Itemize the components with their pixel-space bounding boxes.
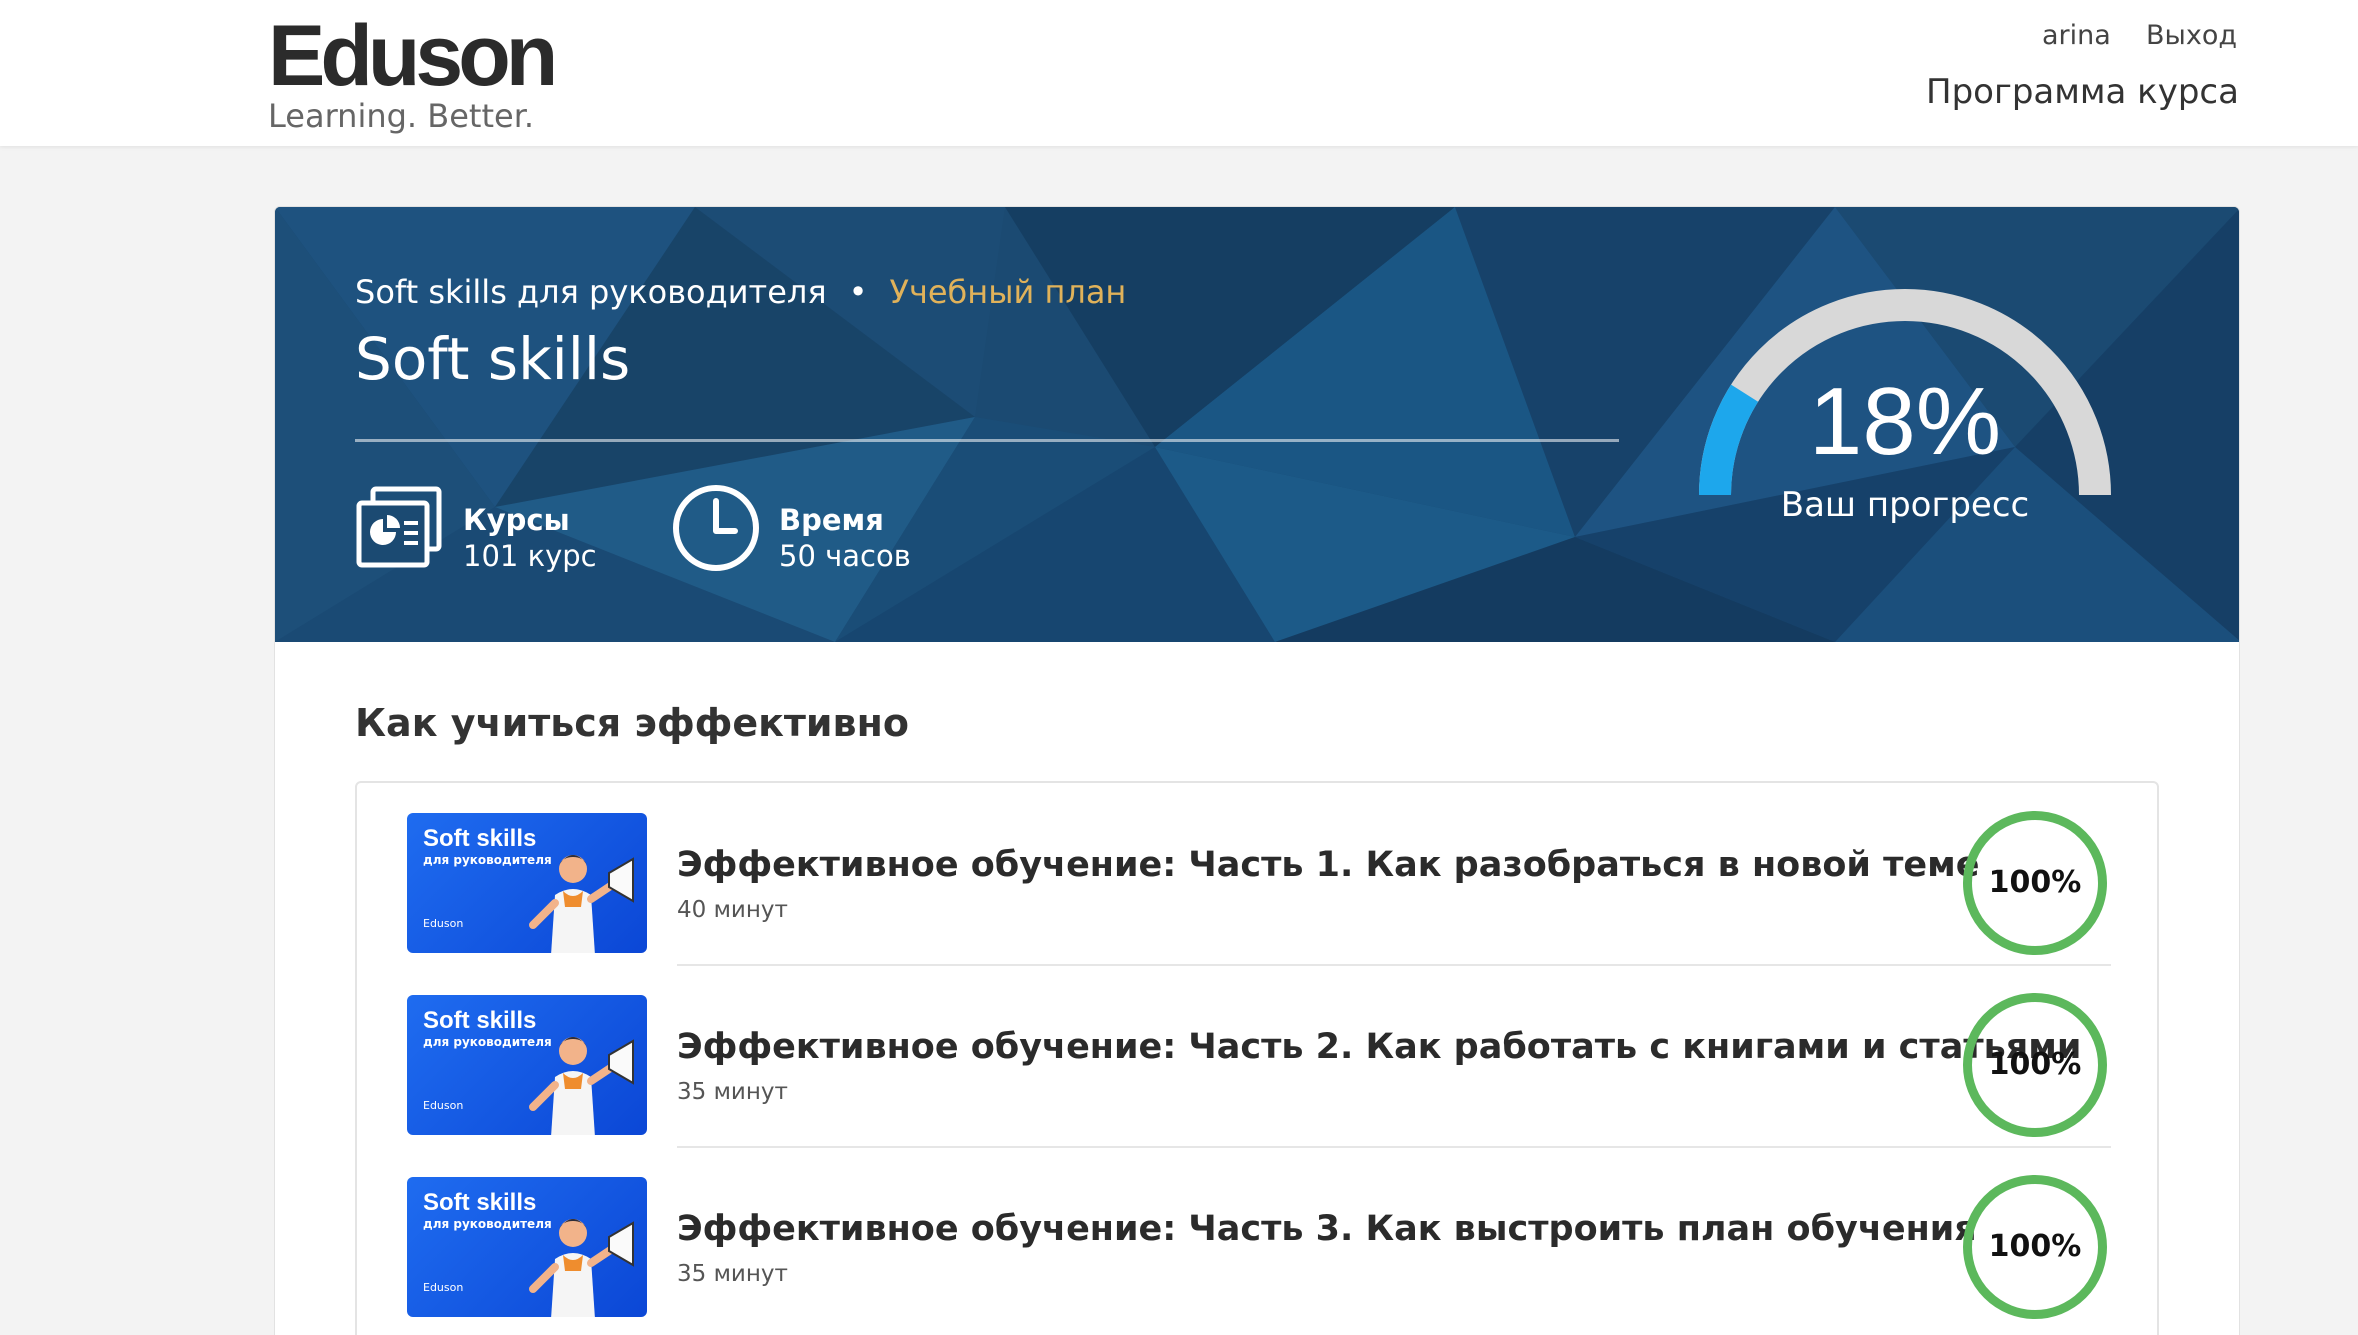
lesson-item[interactable]: Soft skills для руководителя Eduson Эффе… [357,783,2161,965]
breadcrumb-separator: • [848,273,868,311]
breadcrumb: Soft skills для руководителя • Учебный пла… [355,273,1126,311]
lesson-thumbnail[interactable]: Soft skills для руководителя Eduson [407,813,647,953]
time-stat: Время 50 часов [671,483,971,579]
courses-stat: Курсы 101 курс [355,483,655,579]
presenter-illustration [529,855,634,953]
top-bar: Eduson Learning. Better. arina Выход Про… [0,0,2358,146]
user-name-link[interactable]: arina [2042,20,2111,51]
hero-banner: Soft skills для руководителя • Учебный пла… [275,207,2239,642]
lesson-thumbnail[interactable]: Soft skills для руководителя Eduson [407,995,647,1135]
lesson-progress-value: 100% [1988,865,2082,900]
presenter-illustration [529,1037,634,1135]
course-card: Soft skills для руководителя • Учебный пла… [274,206,2240,1335]
breadcrumb-plan[interactable]: Учебный план [889,273,1126,311]
logo-wordmark: Eduson [268,8,558,104]
lesson-duration: 35 минут [677,1261,788,1287]
page-title: Soft skills [355,325,631,393]
thumbnail-logo: Eduson [423,1099,464,1112]
lesson-duration: 35 минут [677,1079,788,1105]
lesson-item[interactable]: Soft skills для руководителя Eduson Эффе… [357,1147,2161,1329]
lesson-progress-ring: 100% [1963,1175,2107,1319]
courses-label: Курсы [463,503,570,537]
logout-link[interactable]: Выход [2146,20,2237,51]
lesson-title[interactable]: Эффективное обучение: Часть 3. Как выстр… [677,1209,1977,1249]
progress-percent: 18% [1808,368,2002,475]
lesson-progress-value: 100% [1988,1047,2082,1082]
section-title: Как учиться эффективно [355,701,909,745]
lesson-thumbnail[interactable]: Soft skills для руководителя Eduson [407,1177,647,1317]
presentation-icon [356,486,442,568]
hero-divider [355,439,1619,442]
lesson-list: Soft skills для руководителя Eduson Эффе… [355,781,2159,1335]
courses-value: 101 курс [463,539,597,573]
lesson-progress-ring: 100% [1963,811,2107,955]
presenter-illustration [529,1219,634,1317]
lesson-title[interactable]: Эффективное обучение: Часть 2. Как работ… [677,1027,2081,1067]
lesson-progress-ring: 100% [1963,993,2107,1137]
breadcrumb-course[interactable]: Soft skills для руководителя [355,273,827,311]
lesson-progress-value: 100% [1988,1229,2082,1264]
thumbnail-logo: Eduson [423,1281,464,1294]
thumbnail-logo: Eduson [423,917,464,930]
lesson-title[interactable]: Эффективное обучение: Часть 1. Как разоб… [677,845,1980,885]
logo-tagline: Learning. Better. [268,97,535,135]
program-link[interactable]: Программа курса [1926,72,2239,112]
clock-icon [673,485,759,571]
progress-label: Ваш прогресс [1780,485,2030,525]
lesson-duration: 40 минут [677,897,788,923]
time-label: Время [779,503,884,537]
gauge-fill [1699,384,1759,496]
lesson-item[interactable]: Soft skills для руководителя Eduson Эффе… [357,965,2161,1147]
eduson-logo[interactable]: Eduson Learning. Better. [268,8,558,135]
time-value: 50 часов [779,539,911,573]
